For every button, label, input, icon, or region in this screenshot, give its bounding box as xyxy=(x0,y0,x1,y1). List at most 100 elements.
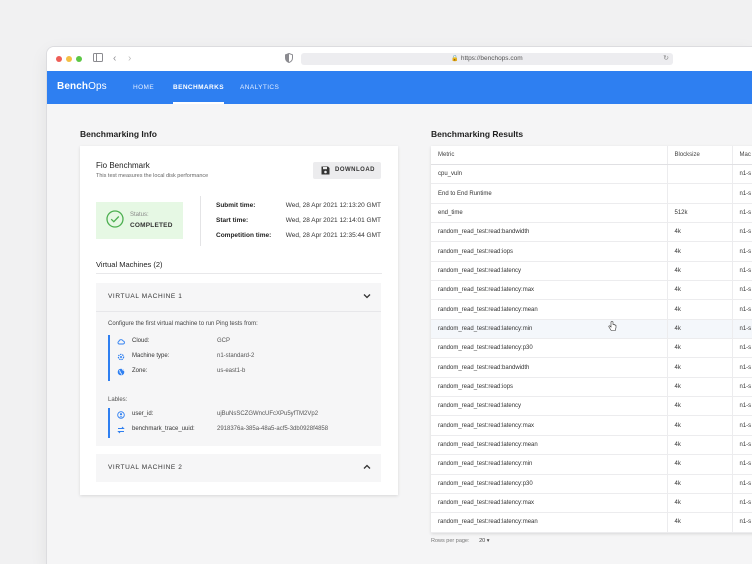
table-row[interactable]: random_read_test:read:latency:p30 4k n1-s xyxy=(431,474,752,494)
table-row[interactable]: cpu_vuln n1-s xyxy=(431,164,752,185)
back-icon[interactable]: ‹ xyxy=(113,53,116,65)
minimize-window-button[interactable] xyxy=(66,56,72,62)
table-row[interactable]: random_read_test:read:latency:min4kn1-s xyxy=(431,532,752,533)
metric-cell: random_read_test:read:latency:p30 xyxy=(431,338,668,359)
maximize-window-button[interactable] xyxy=(76,56,82,62)
vm-1-labels: user_id: ujBuNsSCZGWncUFcXPu5yfTM2Vp2 be… xyxy=(108,408,328,438)
table-row[interactable]: random_read_test:read:iops 4k n1-s xyxy=(431,377,752,398)
table-row[interactable]: random_read_test:read:latency:max 4k n1-s xyxy=(431,415,752,436)
metric-cell: random_read_test:read:latency:mean xyxy=(431,299,668,320)
benchmark-info-card: Fio Benchmark This test measures the loc… xyxy=(80,146,398,495)
vm-label-row: user_id: ujBuNsSCZGWncUFcXPu5yfTM2Vp2 xyxy=(110,410,370,420)
vm-panel-2: VIRTUAL MACHINE 2 xyxy=(96,454,381,482)
metric-cell: random_read_test:read:latency:min xyxy=(431,532,668,533)
swap-icon xyxy=(117,426,125,434)
metric-cell: cpu_vuln xyxy=(431,164,668,185)
table-row[interactable]: random_read_test:read:latency 4k n1-s xyxy=(431,261,752,282)
vm-prop-row: Cloud: GCP xyxy=(110,337,370,347)
info-section-title: Benchmarking Info xyxy=(80,129,157,139)
table-row[interactable]: End to End Runtime n1-s xyxy=(431,183,752,204)
vm-1-properties: Cloud: GCP Machine type: n1-standard-2 Z… xyxy=(108,335,254,381)
table-row[interactable]: random_read_test:read:iops 4k n1-s xyxy=(431,241,752,262)
column-header-blocksize[interactable]: Blocksize xyxy=(667,146,733,165)
blocksize-cell: 4k xyxy=(667,299,733,320)
table-row[interactable]: random_read_test:read:bandwidth 4k n1-s xyxy=(431,357,752,378)
table-row[interactable]: end_time 512k n1-s xyxy=(431,203,752,224)
vm-2-header[interactable]: VIRTUAL MACHINE 2 xyxy=(96,454,381,482)
machine-cell: n1-s xyxy=(732,357,752,378)
blocksize-cell: 4k xyxy=(667,319,733,340)
shield-icon[interactable] xyxy=(285,52,293,67)
table-row[interactable]: random_read_test:read:latency:max 4k n1-s xyxy=(431,280,752,301)
table-row[interactable]: random_read_test:read:latency:mean 4k n1-s xyxy=(431,512,752,533)
start-time-value: Wed, 28 Apr 2021 12:14:01 GMT xyxy=(285,217,381,224)
metric-cell: random_read_test:read:latency:mean xyxy=(431,512,668,533)
blocksize-cell: 4k xyxy=(667,435,733,456)
metric-cell: random_read_test:read:latency:max xyxy=(431,415,668,436)
vm-label-key: user_id: xyxy=(132,411,154,417)
forward-icon[interactable]: › xyxy=(128,53,131,65)
machine-cell: n1-s xyxy=(732,454,752,475)
vm-prop-value: us-east1-b xyxy=(217,368,246,374)
blocksize-cell: 4k xyxy=(667,261,733,282)
vm-1-header[interactable]: VIRTUAL MACHINE 1 xyxy=(96,283,381,312)
blocksize-cell: 4k xyxy=(667,454,733,475)
status-label: Status: xyxy=(130,212,149,218)
vm-prop-value: n1-standard-2 xyxy=(217,353,255,359)
machine-cell: n1-s xyxy=(732,241,752,262)
results-table-card: Metric Blocksize Mac cpu_vuln n1-s End to … xyxy=(431,146,752,533)
table-row[interactable]: random_read_test:read:latency:min4kn1-s xyxy=(431,454,752,475)
divider xyxy=(96,273,382,274)
sidebar-toggle-icon[interactable] xyxy=(93,53,103,66)
metric-cell: random_read_test:read:latency:min xyxy=(431,454,668,475)
table-row[interactable]: random_read_test:read:latency 4k n1-s xyxy=(431,396,752,417)
machine-cell: n1-s xyxy=(732,183,752,204)
address-bar[interactable]: 🔒 https://benchops.com ↻ xyxy=(301,53,673,65)
divider xyxy=(200,196,201,246)
column-header-machine[interactable]: Mac xyxy=(732,146,752,165)
nav-home[interactable]: HOME xyxy=(133,71,154,104)
download-label: DOWNLOAD xyxy=(335,167,375,173)
vm-label-row: benchmark_trace_uuid: 2918376a-385a-48a5… xyxy=(110,425,370,435)
metric-cell: random_read_test:read:bandwidth xyxy=(431,222,668,243)
reload-icon[interactable]: ↻ xyxy=(663,53,669,65)
globe-icon xyxy=(117,368,125,376)
metric-cell: random_read_test:read:iops xyxy=(431,377,668,398)
nav-analytics[interactable]: ANALYTICS xyxy=(240,71,279,104)
nav-benchmarks[interactable]: BENCHMARKS xyxy=(173,71,224,104)
blocksize-cell: 4k xyxy=(667,493,733,514)
chevron-up-icon xyxy=(363,464,371,469)
machine-cell: n1-s xyxy=(732,512,752,533)
vm-prop-key: Cloud: xyxy=(132,338,150,344)
vm-1-description: Configure the first virtual machine to r… xyxy=(108,321,258,327)
hand-cursor-icon xyxy=(608,321,617,331)
rows-per-page-value: 20 xyxy=(479,538,486,544)
machine-cell: n1-s xyxy=(732,280,752,301)
table-row[interactable]: random_read_test:read:latency:p30 4k n1-s xyxy=(431,338,752,359)
blocksize-cell: 4k xyxy=(667,474,733,494)
table-row[interactable]: random_read_test:read:latency:mean 4k n1-s xyxy=(431,435,752,456)
vm-label-value: ujBuNsSCZGWncUFcXPu5yfTM2Vp2 xyxy=(217,411,319,417)
download-button[interactable]: DOWNLOAD xyxy=(313,162,381,179)
table-row[interactable]: random_read_test:read:latency:max 4k n1-s xyxy=(431,493,752,514)
vm-panel-1: VIRTUAL MACHINE 1 Configure the first vi… xyxy=(96,283,381,446)
results-table: Metric Blocksize Mac cpu_vuln n1-s End to … xyxy=(431,146,752,533)
benchmark-name: Fio Benchmark xyxy=(96,161,150,170)
column-header-metric[interactable]: Metric xyxy=(431,146,668,165)
completion-time-value: Wed, 28 Apr 2021 12:35:44 GMT xyxy=(285,232,381,239)
vm-label-key: benchmark_trace_uuid: xyxy=(132,426,195,432)
brand-light: Ops xyxy=(88,81,107,92)
metric-cell: random_read_test:read:latency xyxy=(431,261,668,282)
brand-logo[interactable]: BenchOps xyxy=(57,81,107,92)
table-row[interactable]: random_read_test:read:bandwidth 4k n1-s xyxy=(431,222,752,243)
metric-cell: random_read_test:read:latency:max xyxy=(431,493,668,514)
machine-cell: n1-s xyxy=(732,493,752,514)
url-text: https://benchops.com xyxy=(460,55,523,62)
close-window-button[interactable] xyxy=(56,56,62,62)
machine-cell: n1-s xyxy=(732,435,752,456)
table-row[interactable]: random_read_test:read:latency:min4kn1-s xyxy=(431,319,752,340)
completion-time-label: Competition time: xyxy=(216,232,272,239)
rows-per-page-select[interactable]: 20 ▾ xyxy=(479,538,489,544)
blocksize-cell: 4k xyxy=(667,377,733,398)
table-row[interactable]: random_read_test:read:latency:mean 4k n1-s xyxy=(431,299,752,320)
